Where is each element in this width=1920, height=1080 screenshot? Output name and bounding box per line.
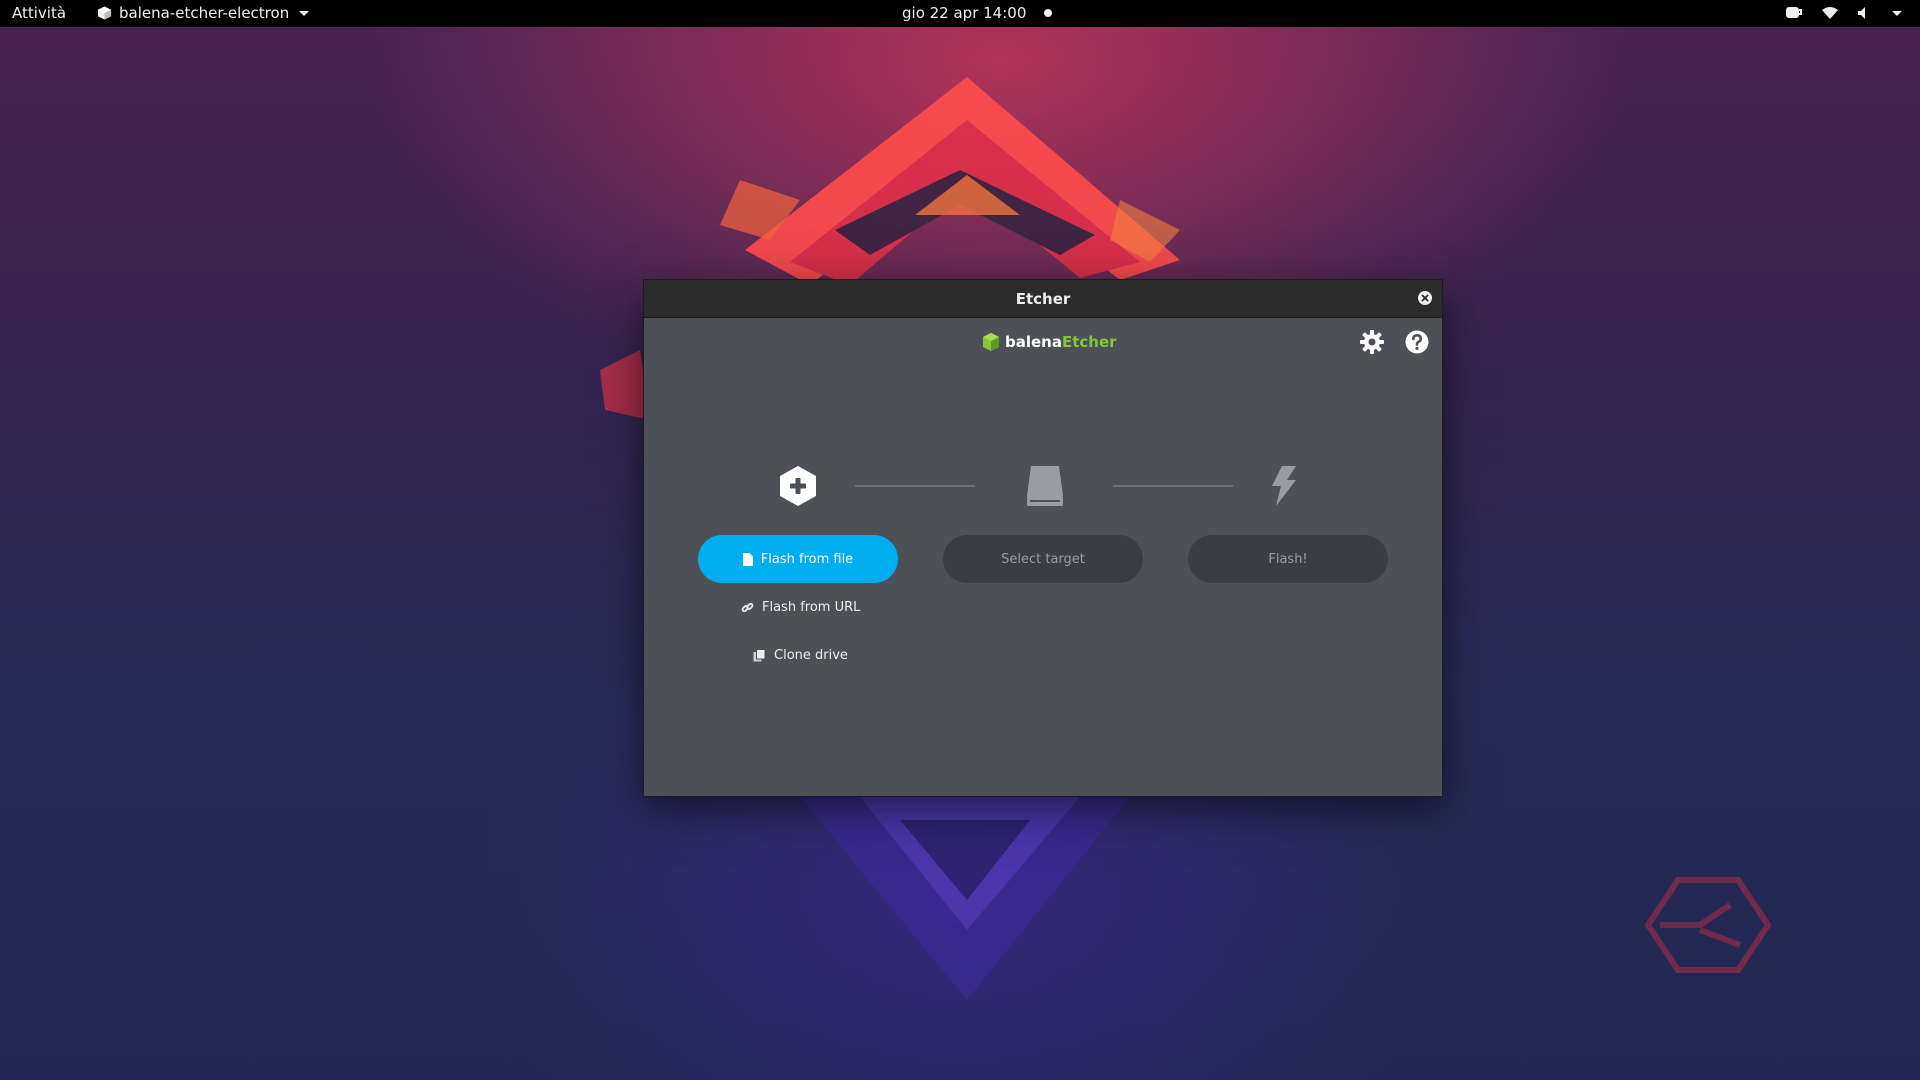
brand-balena: balena	[1005, 333, 1062, 351]
select-target-label: Select target	[1001, 551, 1085, 567]
help-icon[interactable]	[1404, 329, 1430, 355]
clock[interactable]: gio 22 apr 14:00	[902, 4, 1053, 22]
close-icon	[1421, 294, 1429, 302]
flash-from-url-link[interactable]: Flash from URL	[741, 600, 860, 615]
notification-dot-icon	[1044, 9, 1053, 17]
clone-icon	[753, 649, 766, 662]
brand-etcher: Etcher	[1061, 333, 1117, 351]
hexagon-plus-icon	[780, 466, 816, 506]
select-target-button[interactable]: Select target	[943, 535, 1143, 583]
flash-button[interactable]: Flash!	[1188, 535, 1388, 583]
etcher-window: Etcher balena Etcher Flash from file Sel…	[643, 279, 1443, 797]
clock-label: gio 22 apr 14:00	[902, 4, 1027, 22]
top-bar: Attività balena-etcher-electron gio 22 a…	[0, 0, 1920, 27]
activities-button[interactable]: Attività	[12, 4, 66, 22]
clone-drive-label: Clone drive	[774, 648, 848, 663]
caret-down-icon	[299, 10, 310, 16]
flash-from-file-button[interactable]: Flash from file	[698, 535, 898, 583]
coffee-icon[interactable]	[1785, 5, 1803, 21]
balena-cube-icon	[983, 333, 999, 351]
step-connector-1	[855, 485, 975, 487]
system-tray[interactable]	[1785, 5, 1902, 21]
link-icon	[741, 602, 754, 613]
volume-icon[interactable]	[1857, 6, 1871, 20]
drive-icon	[1027, 466, 1063, 506]
close-button[interactable]	[1418, 291, 1432, 305]
flash-label: Flash!	[1268, 551, 1308, 567]
window-title: Etcher	[1015, 290, 1071, 308]
app-menu[interactable]: balena-etcher-electron	[97, 4, 310, 22]
settings-gear-icon[interactable]	[1359, 329, 1385, 355]
clone-drive-link[interactable]: Clone drive	[753, 648, 848, 663]
system-menu-caret-icon[interactable]	[1892, 10, 1902, 16]
flash-from-url-label: Flash from URL	[762, 600, 861, 615]
app-cube-icon	[97, 6, 112, 20]
flash-from-file-label: Flash from file	[760, 551, 854, 567]
step-connector-2	[1113, 485, 1233, 487]
file-icon	[742, 552, 753, 566]
app-menu-label: balena-etcher-electron	[119, 4, 290, 22]
lightning-icon	[1272, 466, 1296, 506]
wifi-icon[interactable]	[1821, 6, 1839, 20]
window-titlebar[interactable]: Etcher	[644, 280, 1442, 318]
brand-logo: balena Etcher	[982, 332, 1117, 352]
